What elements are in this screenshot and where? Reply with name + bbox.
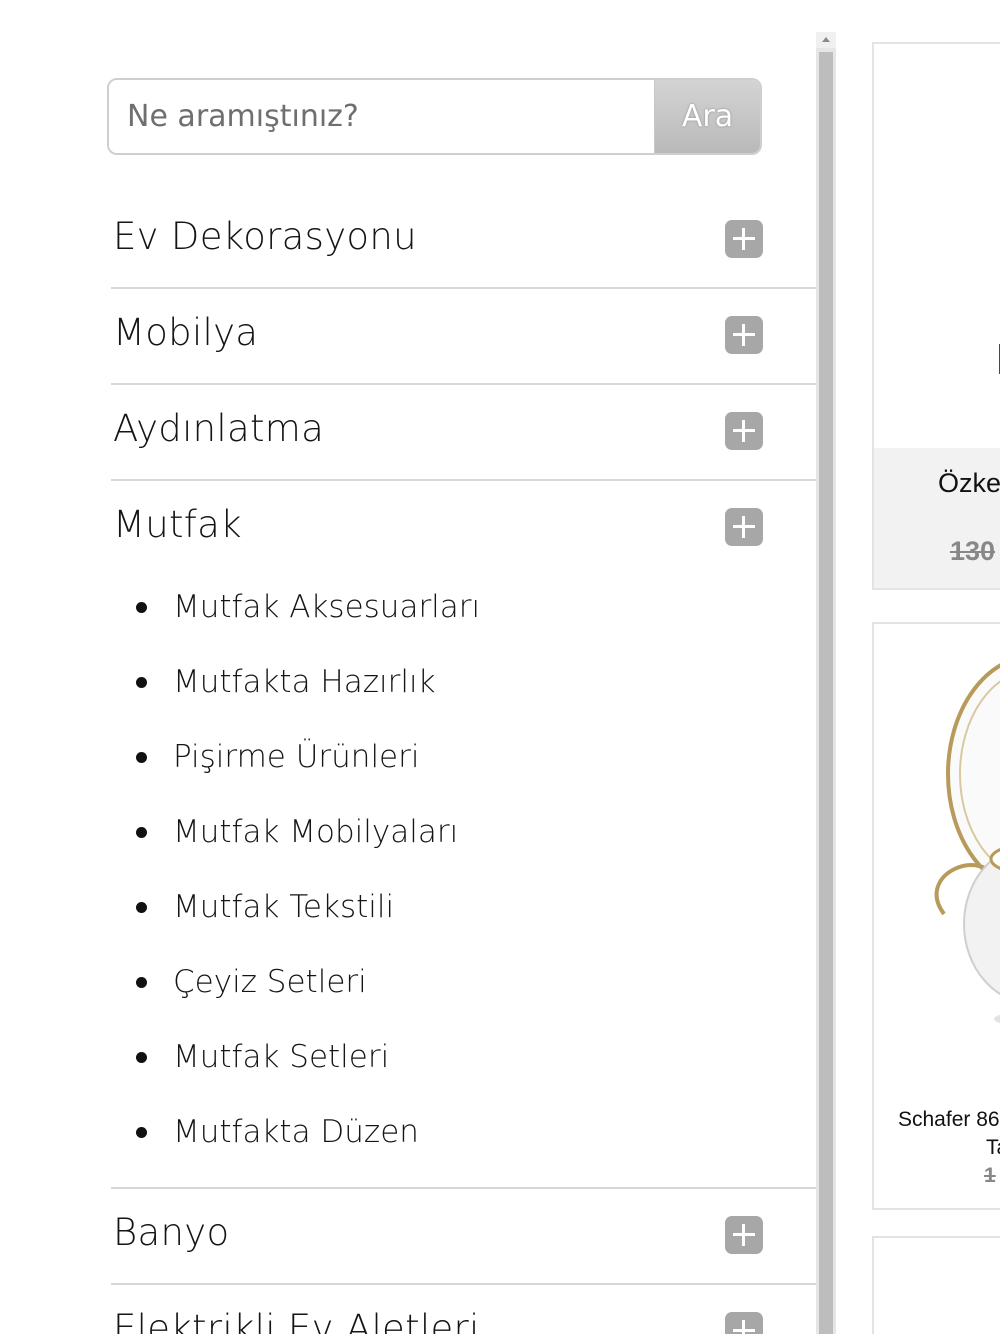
subcategory-link[interactable]: Mutfak Tekstili [173, 889, 394, 925]
category-menu: Ev Dekorasyonu Mobilya Aydınlatma Mutfak… [111, 193, 816, 1334]
subcategory-item: Mutfakta Hazırlık [111, 650, 816, 725]
plus-icon[interactable] [725, 412, 763, 450]
category-header: Aydınlatma [111, 385, 816, 479]
product-card[interactable]: Schafer 86 Ta 1 [872, 622, 1000, 1210]
category-header: Ev Dekorasyonu [111, 193, 816, 287]
product-image-graphic [934, 663, 1000, 1024]
search-box: Ara [107, 78, 762, 155]
category-ev-dekorasyonu[interactable]: Ev Dekorasyonu [111, 193, 816, 289]
bullet-icon [136, 602, 147, 613]
product-title-line2[interactable]: Ta [986, 1136, 1000, 1160]
subcategory-item: Mutfak Mobilyaları [111, 800, 816, 875]
category-header: Mobilya [111, 289, 816, 383]
category-mutfak[interactable]: Mutfak Mutfak Aksesuarları Mutfakta Hazı… [111, 481, 816, 1189]
search-button[interactable]: Ara [654, 80, 760, 153]
subcategory-item: Mutfak Tekstili [111, 875, 816, 950]
product-title[interactable]: Özke [938, 468, 1000, 499]
subcategory-item: Pişirme Ürünleri [111, 725, 816, 800]
bullet-icon [136, 827, 147, 838]
category-label[interactable]: Elektrikli Ev Aletleri [113, 1307, 480, 1334]
plus-icon[interactable] [725, 508, 763, 546]
bullet-icon [136, 902, 147, 913]
product-info: Schafer 86 Ta 1 [874, 1094, 1000, 1208]
subcategory-link[interactable]: Mutfak Setleri [173, 1039, 389, 1075]
bullet-icon [136, 677, 147, 688]
category-label[interactable]: Mobilya [113, 311, 258, 354]
subcategory-item: Mutfakta Düzen [111, 1100, 816, 1175]
category-sidebar: Ara Ev Dekorasyonu Mobilya Aydınlatma [0, 0, 816, 1334]
search-input[interactable] [109, 80, 654, 153]
bullet-icon [136, 752, 147, 763]
category-elektrikli-ev-aletleri[interactable]: Elektrikli Ev Aletleri [111, 1285, 816, 1334]
product-image-graphic [999, 344, 1000, 374]
product-card[interactable]: Özke 130 [872, 42, 1000, 590]
subcategory-link[interactable]: Pişirme Ürünleri [173, 739, 420, 775]
subcategory-link[interactable]: Çeyiz Setleri [173, 964, 367, 1000]
subcategory-link[interactable]: Mutfakta Hazırlık [173, 664, 436, 700]
plus-icon[interactable] [725, 316, 763, 354]
product-info: Özke 130 [874, 448, 1000, 588]
plus-icon[interactable] [725, 1216, 763, 1254]
subcategory-link[interactable]: Mutfak Aksesuarları [173, 589, 480, 625]
bullet-icon [136, 1127, 147, 1138]
category-header: Mutfak [111, 481, 816, 575]
category-header: Elektrikli Ev Aletleri [111, 1285, 816, 1334]
product-old-price: 130 [950, 536, 996, 566]
product-old-price: 1 [984, 1164, 996, 1187]
subcategory-list: Mutfak Aksesuarları Mutfakta Hazırlık Pi… [111, 575, 816, 1187]
category-aydinlatma[interactable]: Aydınlatma [111, 385, 816, 481]
plus-icon[interactable] [725, 1312, 763, 1334]
product-title[interactable]: Schafer 86 [898, 1108, 1000, 1132]
product-card[interactable] [872, 1236, 1000, 1334]
subcategory-item: Mutfak Aksesuarları [111, 575, 816, 650]
subcategory-item: Mutfak Setleri [111, 1025, 816, 1100]
product-image[interactable] [874, 44, 1000, 448]
scroll-thumb[interactable] [819, 52, 833, 1334]
category-label[interactable]: Aydınlatma [113, 407, 324, 450]
scroll-up-arrow-icon[interactable] [816, 32, 836, 48]
subcategory-item: Çeyiz Setleri [111, 950, 816, 1025]
category-label[interactable]: Banyo [113, 1211, 229, 1254]
plus-icon[interactable] [725, 220, 763, 258]
category-label[interactable]: Ev Dekorasyonu [113, 215, 417, 258]
bullet-icon [136, 977, 147, 988]
category-label[interactable]: Mutfak [113, 503, 242, 546]
category-banyo[interactable]: Banyo [111, 1189, 816, 1285]
subcategory-link[interactable]: Mutfakta Düzen [173, 1114, 419, 1150]
subcategory-link[interactable]: Mutfak Mobilyaları [173, 814, 458, 850]
page: Ara Ev Dekorasyonu Mobilya Aydınlatma [0, 0, 1000, 1334]
bullet-icon [136, 1052, 147, 1063]
sidebar-scrollbar[interactable] [816, 32, 836, 1334]
product-image[interactable] [874, 624, 1000, 1094]
category-header: Banyo [111, 1189, 816, 1283]
category-mobilya[interactable]: Mobilya [111, 289, 816, 385]
